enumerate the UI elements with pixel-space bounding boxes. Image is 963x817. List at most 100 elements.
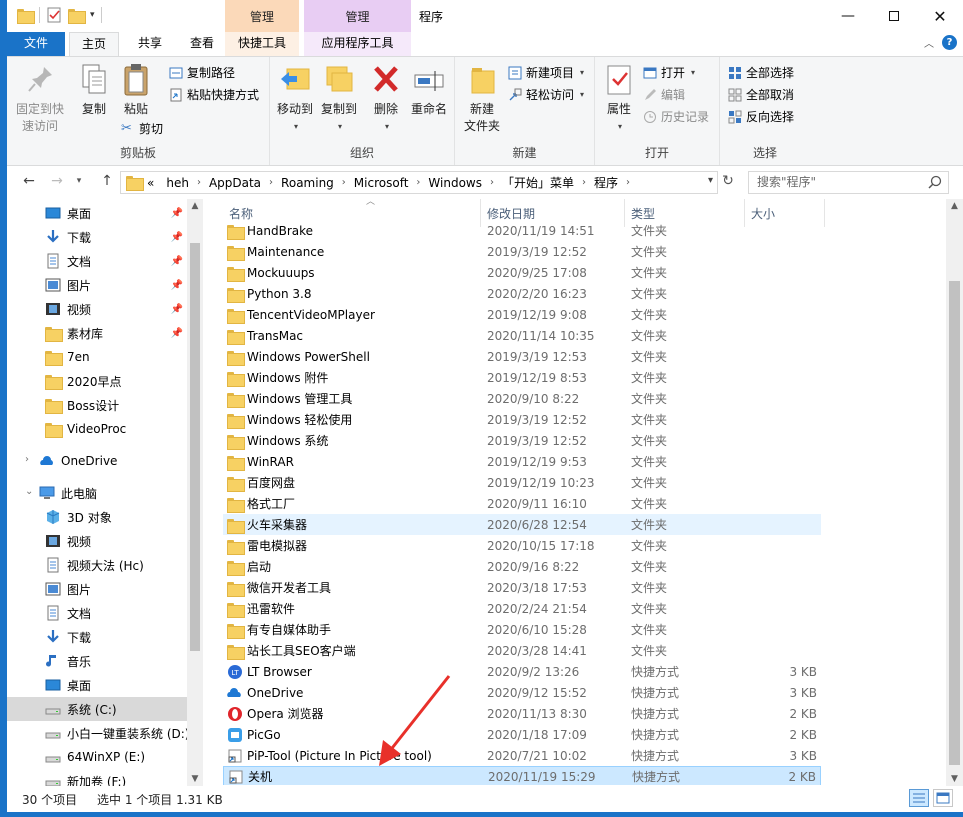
edit-button[interactable]: 编辑	[643, 85, 685, 105]
sidebar-item[interactable]: 小白一键重装系统 (D:)	[7, 721, 189, 745]
move-to-button[interactable]: 移动到 ▾	[274, 63, 316, 135]
file-row[interactable]: Windows 管理工具 2020/9/10 8:22 文件夹	[223, 388, 821, 409]
tab-home[interactable]: 主页	[69, 32, 119, 57]
scroll-up-icon[interactable]: ▲	[946, 201, 963, 211]
nav-scrollbar-thumb[interactable]	[190, 243, 200, 651]
file-row[interactable]: Mockuuups 2020/9/25 17:08 文件夹	[223, 262, 821, 283]
sidebar-item[interactable]: 桌面 📌	[7, 201, 187, 225]
sidebar-item[interactable]: 新加卷 (F:)	[7, 769, 187, 786]
help-icon[interactable]: ?	[942, 35, 957, 50]
chevron-down-icon[interactable]: ▾	[708, 175, 713, 186]
breadcrumb-separator-icon[interactable]: ›	[624, 177, 632, 188]
sidebar-item[interactable]: 3D 对象	[7, 505, 187, 529]
tab-app-tools[interactable]: 应用程序工具	[304, 32, 411, 56]
sidebar-item[interactable]: 音乐	[7, 649, 187, 673]
file-row[interactable]: Opera 浏览器 2020/11/13 8:30 快捷方式 2 KB	[223, 703, 821, 724]
chevron-down-icon[interactable]: ⌄	[25, 486, 33, 497]
breadcrumb-item[interactable]: AppData	[203, 176, 267, 190]
file-row[interactable]: 迅雷软件 2020/2/24 21:54 文件夹	[223, 598, 821, 619]
nav-scrollbar[interactable]: ▲ ▼	[187, 199, 203, 786]
rename-button[interactable]: 重命名	[408, 63, 450, 118]
sidebar-item[interactable]: 7en	[7, 345, 187, 369]
sidebar-item[interactable]: 桌面	[7, 673, 187, 697]
sidebar-item[interactable]: Boss设计	[7, 393, 187, 417]
tab-share[interactable]: 共享	[125, 32, 175, 56]
history-button[interactable]: 历史记录	[643, 107, 709, 127]
properties-check-icon[interactable]	[46, 7, 62, 23]
invert-selection-button[interactable]: 反向选择	[728, 107, 794, 127]
up-button[interactable]: ↑	[97, 173, 117, 189]
collapse-ribbon-icon[interactable]: ︿	[924, 35, 934, 50]
sidebar-item[interactable]: OneDrive	[7, 449, 187, 473]
sidebar-item[interactable]: 图片 📌	[7, 273, 187, 297]
chevron-down-icon[interactable]: ▾	[90, 10, 95, 20]
breadcrumb-separator-icon[interactable]: ›	[340, 177, 348, 188]
breadcrumb-item[interactable]: 「开始」菜单	[496, 174, 580, 191]
pin-icon[interactable]: 📌	[171, 208, 183, 219]
breadcrumb-item[interactable]: heh	[160, 176, 195, 190]
file-row[interactable]: Windows 轻松使用 2019/3/19 12:52 文件夹	[223, 409, 821, 430]
large-icons-view-button[interactable]	[933, 789, 953, 807]
sidebar-item[interactable]: 系统 (C:)	[7, 697, 187, 721]
file-row[interactable]: 微信开发者工具 2020/3/18 17:53 文件夹	[223, 577, 821, 598]
properties-button[interactable]: 属性 ▾	[599, 63, 639, 135]
tab-file[interactable]: 文件	[7, 32, 65, 56]
sidebar-item[interactable]: 下载 📌	[7, 225, 187, 249]
file-row[interactable]: Windows 附件 2019/12/19 8:53 文件夹	[223, 367, 821, 388]
breadcrumb-overflow[interactable]: «	[145, 176, 160, 190]
recent-locations-button[interactable]: ▾	[69, 176, 89, 186]
breadcrumb-item[interactable]: Roaming	[275, 176, 340, 190]
sidebar-item[interactable]: 64WinXP (E:)	[7, 745, 187, 769]
file-row[interactable]: 站长工具SEO客户端 2020/3/28 14:41 文件夹	[223, 640, 821, 661]
pin-icon[interactable]: 📌	[171, 328, 183, 339]
breadcrumb-separator-icon[interactable]: ›	[195, 177, 203, 188]
pin-icon[interactable]: 📌	[171, 256, 183, 267]
file-row[interactable]: WinRAR 2019/12/19 9:53 文件夹	[223, 451, 821, 472]
file-list-scrollbar[interactable]: ▲ ▼	[946, 199, 963, 786]
open-button[interactable]: 打开 ▾	[643, 63, 695, 83]
file-list-scrollbar-thumb[interactable]	[949, 281, 960, 765]
breadcrumb-separator-icon[interactable]: ›	[580, 177, 588, 188]
new-folder-icon[interactable]	[68, 7, 86, 24]
file-row[interactable]: Maintenance 2019/3/19 12:52 文件夹	[223, 241, 821, 262]
forward-button[interactable]: →	[47, 173, 67, 189]
pin-icon[interactable]: 📌	[171, 232, 183, 243]
back-button[interactable]: ←	[19, 173, 39, 189]
paste-shortcut-button[interactable]: 粘贴快捷方式	[169, 85, 259, 105]
file-row[interactable]: PicGo 2020/1/18 17:09 快捷方式 2 KB	[223, 724, 821, 745]
sidebar-item[interactable]: 文档	[7, 601, 187, 625]
breadcrumb-separator-icon[interactable]: ›	[488, 177, 496, 188]
cut-button[interactable]: ✂ 剪切	[121, 119, 163, 139]
file-row[interactable]: OneDrive 2020/9/12 15:52 快捷方式 3 KB	[223, 682, 821, 703]
sidebar-item[interactable]: 视频	[7, 529, 187, 553]
copy-button[interactable]: 复制	[75, 63, 113, 118]
sidebar-item[interactable]: 此电脑	[7, 481, 187, 505]
file-row[interactable]: PiP-Tool (Picture In Picture tool) 2020/7…	[223, 745, 821, 766]
breadcrumb-item[interactable]: Microsoft	[348, 176, 415, 190]
tab-shortcut-tools[interactable]: 快捷工具	[225, 32, 299, 56]
file-row[interactable]: Python 3.8 2020/2/20 16:23 文件夹	[223, 283, 821, 304]
file-row[interactable]: 百度网盘 2019/12/19 10:23 文件夹	[223, 472, 821, 493]
file-row[interactable]: 雷电模拟器 2020/10/15 17:18 文件夹	[223, 535, 821, 556]
scroll-down-icon[interactable]: ▼	[187, 774, 203, 784]
sidebar-item[interactable]: 图片	[7, 577, 187, 601]
sidebar-item[interactable]: 文档 📌	[7, 249, 187, 273]
scroll-up-icon[interactable]: ▲	[187, 201, 203, 211]
pin-icon[interactable]: 📌	[171, 280, 183, 291]
file-row[interactable]: 启动 2020/9/16 8:22 文件夹	[223, 556, 821, 577]
address-bar[interactable]: « heh › AppData › Roaming › Microsoft › Windows ›…	[120, 171, 718, 194]
file-row[interactable]: LT LT Browser 2020/9/2 13:26 快捷方式 3 KB	[223, 661, 821, 682]
breadcrumb-item[interactable]: Windows	[422, 176, 488, 190]
pin-icon[interactable]: 📌	[171, 304, 183, 315]
sidebar-item[interactable]: 2020早点	[7, 369, 187, 393]
scroll-down-icon[interactable]: ▼	[946, 774, 963, 784]
minimize-button[interactable]: —	[825, 0, 871, 32]
sidebar-item[interactable]: VideoProc	[7, 417, 187, 441]
sidebar-item[interactable]: 视频 📌	[7, 297, 187, 321]
file-row[interactable]: HandBrake 2020/11/19 14:51 文件夹	[223, 223, 821, 241]
file-row[interactable]: TransMac 2020/11/14 10:35 文件夹	[223, 325, 821, 346]
sidebar-item[interactable]: 下载	[7, 625, 187, 649]
delete-button[interactable]: 删除 ▾	[368, 63, 404, 135]
new-folder-button[interactable]: 新建 文件夹	[461, 63, 503, 135]
file-row[interactable]: Windows PowerShell 2019/3/19 12:53 文件夹	[223, 346, 821, 367]
